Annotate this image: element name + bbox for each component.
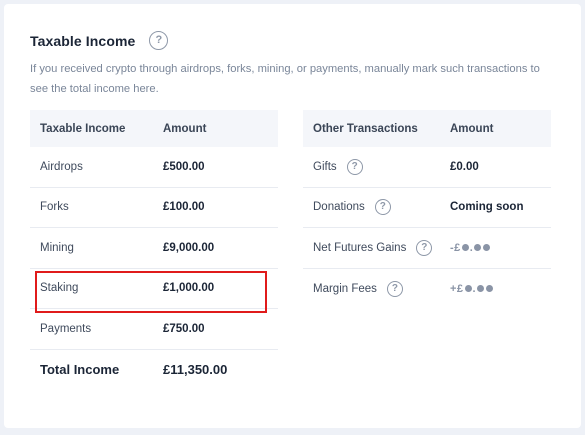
amount-prefix: -£	[450, 241, 461, 254]
column-header-amount: Amount	[163, 122, 207, 135]
table-row-total-income: Total Income £11,350.00	[30, 350, 278, 391]
row-amount: £500.00	[163, 160, 205, 173]
mask-dot-icon	[486, 285, 494, 293]
row-label: Payments	[40, 322, 92, 335]
table-header-row: Taxable Income Amount	[30, 110, 278, 147]
table-row-airdrops: Airdrops £500.00	[30, 147, 278, 188]
table-row-payments: Payments £750.00	[30, 309, 278, 350]
row-label: Airdrops	[40, 160, 83, 173]
table-row-staking: Staking £1,000.00	[30, 269, 278, 309]
question-circle-icon[interactable]: ?	[374, 199, 391, 216]
row-amount: £0.00	[450, 160, 479, 173]
mask-dot-icon	[483, 244, 491, 252]
table-row-gifts: Gifts ? £0.00	[303, 147, 551, 188]
table-header-row: Other Transactions Amount	[303, 110, 551, 147]
table-row-margin-fees: Margin Fees ? +£.	[303, 269, 551, 310]
table-row-net-futures-gains: Net Futures Gains ? -£.	[303, 228, 551, 269]
column-header-taxable-income: Taxable Income	[40, 122, 126, 135]
row-label: Margin Fees	[313, 282, 377, 295]
row-amount: £9,000.00	[163, 241, 215, 254]
row-amount: £1,000.00	[163, 282, 215, 295]
row-amount: £100.00	[163, 201, 205, 214]
other-transactions-table: Other Transactions Amount Gifts ? £0.00 …	[303, 110, 551, 309]
row-label-wrap: Gifts ?	[303, 158, 450, 175]
row-label: Staking	[40, 282, 79, 295]
question-circle-icon[interactable]: ?	[386, 280, 403, 297]
total-label: Total Income	[40, 362, 120, 378]
mask-dot-icon	[474, 244, 482, 252]
table-row-mining: Mining £9,000.00	[30, 228, 278, 269]
row-label: Donations	[313, 201, 365, 214]
row-label: Net Futures Gains	[313, 241, 407, 254]
row-amount: Coming soon	[450, 201, 524, 214]
row-label: Mining	[40, 241, 74, 254]
table-row-forks: Forks £100.00	[30, 188, 278, 228]
mask-dot-icon	[477, 285, 485, 293]
mask-dot-icon	[461, 244, 469, 252]
table-row-donations: Donations ? Coming soon	[303, 188, 551, 228]
masked-amount: -£.	[450, 242, 491, 254]
total-amount: £11,350.00	[163, 362, 228, 378]
section-description: If you received crypto through airdrops,…	[30, 63, 540, 95]
question-circle-icon[interactable]: ?	[416, 239, 433, 256]
taxable-income-table: Taxable Income Amount Airdrops £500.00 F…	[30, 110, 278, 390]
column-header-other-transactions: Other Transactions	[313, 122, 418, 135]
amount-prefix: +£	[450, 282, 464, 295]
row-label: Forks	[40, 201, 69, 214]
taxable-income-card: Taxable Income ? If you received crypto …	[4, 4, 581, 428]
row-label-wrap: Donations ?	[303, 199, 450, 216]
section-title: Taxable Income	[30, 32, 136, 49]
masked-amount: +£.	[450, 283, 494, 295]
row-label-wrap: Net Futures Gains ?	[303, 239, 450, 256]
section-header: Taxable Income ?	[30, 31, 169, 50]
row-label: Gifts	[313, 160, 337, 173]
row-amount: £750.00	[163, 322, 205, 335]
question-circle-icon[interactable]: ?	[346, 158, 363, 175]
row-label-wrap: Margin Fees ?	[303, 280, 450, 297]
mask-dot-icon	[464, 285, 472, 293]
question-circle-icon[interactable]: ?	[149, 31, 169, 50]
column-header-amount: Amount	[450, 122, 494, 135]
